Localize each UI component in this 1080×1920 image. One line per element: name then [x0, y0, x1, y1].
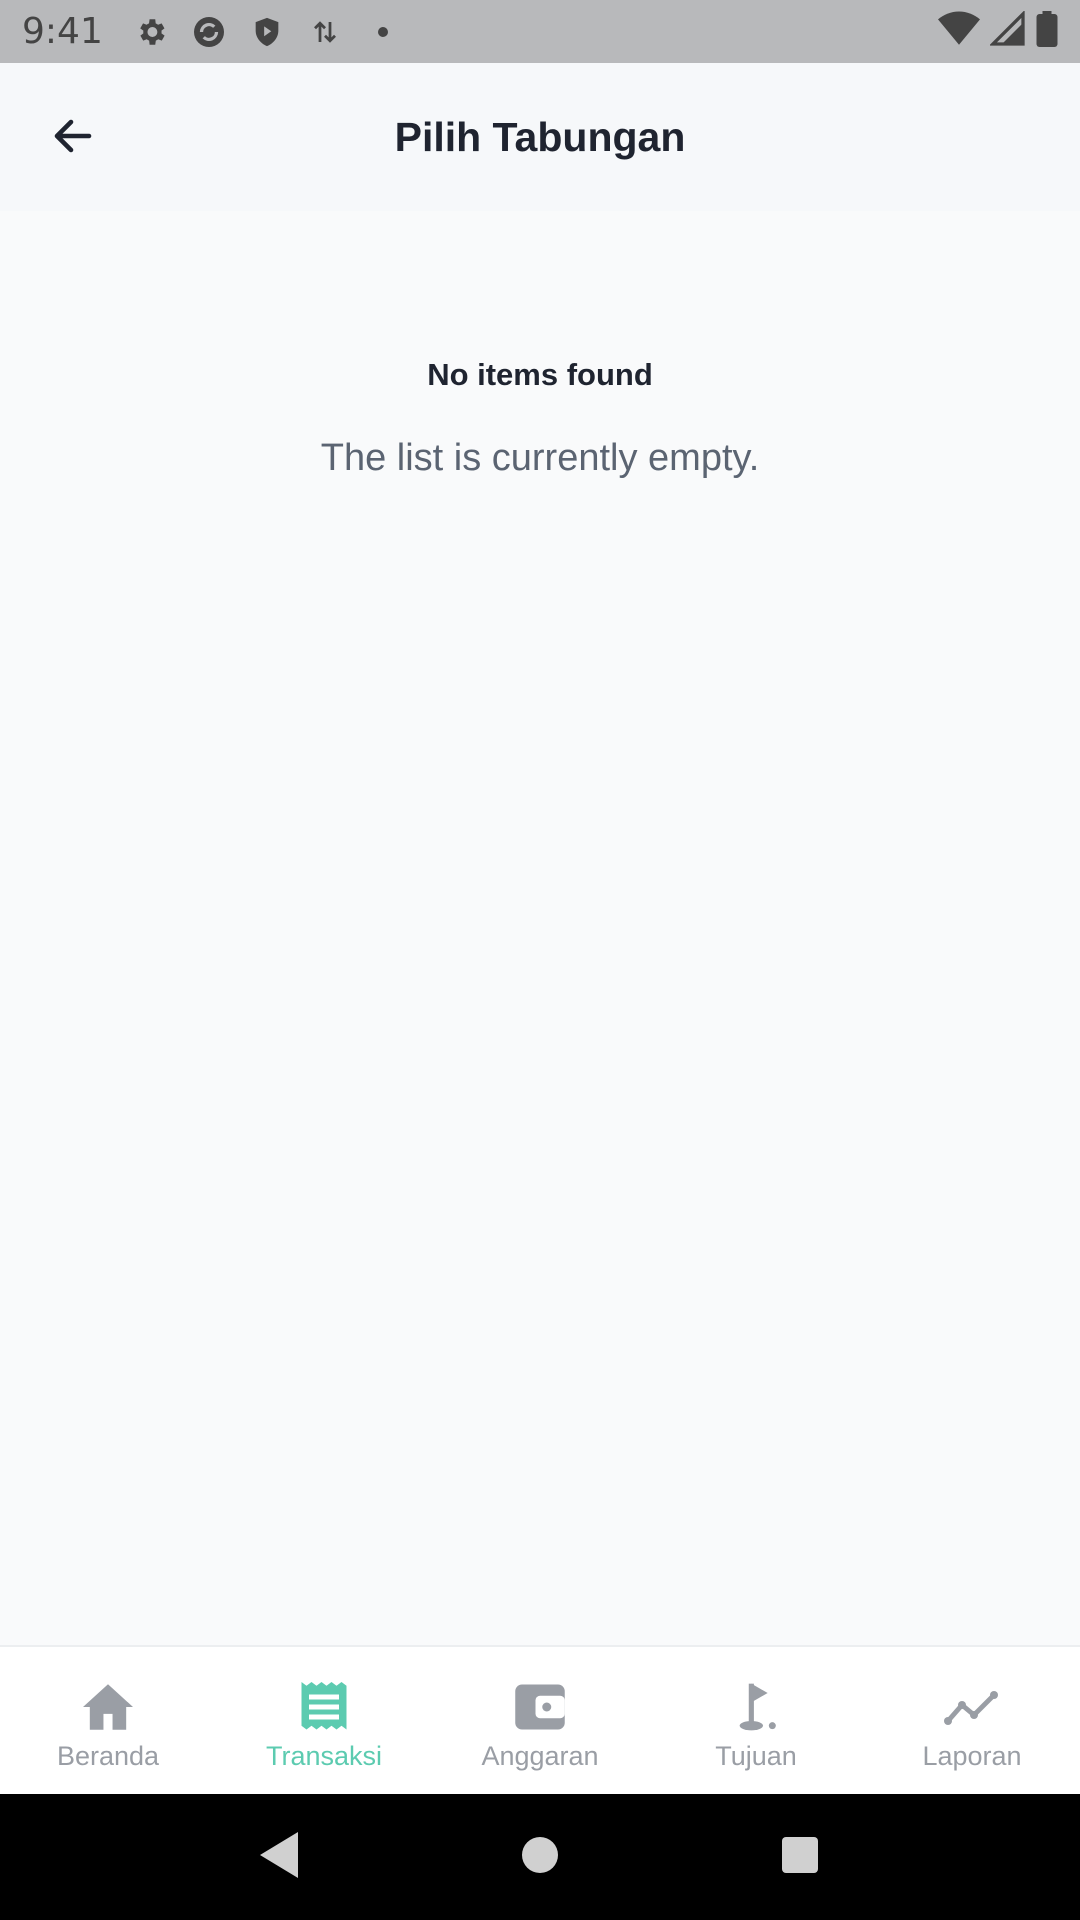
nav-item-laporan[interactable]: Laporan	[864, 1647, 1080, 1794]
system-back-button[interactable]	[240, 1817, 320, 1897]
system-home-button[interactable]	[500, 1817, 580, 1897]
back-button[interactable]	[36, 101, 110, 175]
status-notification-icons	[133, 14, 401, 50]
nav-label-transaksi: Transaksi	[265, 1741, 383, 1771]
recents-square-icon	[780, 1835, 820, 1880]
nav-label-laporan: Laporan	[922, 1741, 1022, 1771]
nav-item-beranda[interactable]: Beranda	[0, 1647, 216, 1794]
nav-label-anggaran: Anggaran	[481, 1741, 599, 1771]
empty-state-subtitle: The list is currently empty.	[320, 437, 760, 479]
status-bar: 9:41	[0, 0, 1080, 63]
line-chart-icon	[944, 1679, 1000, 1735]
nav-item-tujuan[interactable]: Tujuan	[648, 1647, 864, 1794]
sync-icon	[191, 14, 227, 50]
empty-state-title: No items found	[427, 357, 653, 392]
wifi-icon	[938, 11, 980, 52]
nav-label-beranda: Beranda	[56, 1741, 160, 1771]
battery-icon	[1036, 11, 1058, 52]
app-bar: Pilih Tabungan	[0, 63, 1080, 211]
gear-icon	[133, 14, 169, 50]
status-system-icons	[938, 10, 1058, 52]
nav-label-tujuan: Tujuan	[715, 1741, 797, 1771]
system-navigation-bar	[0, 1794, 1080, 1920]
shield-play-icon	[249, 14, 285, 50]
page-title: Pilih Tabungan	[394, 113, 686, 160]
signal-icon	[989, 10, 1026, 52]
nav-item-transaksi[interactable]: Transaksi	[216, 1647, 432, 1794]
home-circle-icon	[520, 1835, 560, 1880]
back-triangle-icon	[258, 1830, 302, 1885]
content-area: No items found The list is currently emp…	[0, 211, 1080, 1645]
home-icon	[80, 1679, 136, 1735]
golf-flag-icon	[728, 1679, 784, 1735]
data-arrows-icon	[307, 14, 343, 50]
nav-item-anggaran[interactable]: Anggaran	[432, 1647, 648, 1794]
dot-icon	[365, 14, 401, 50]
system-recents-button[interactable]	[760, 1817, 840, 1897]
status-time: 9:41	[22, 11, 103, 52]
arrow-left-icon	[49, 112, 97, 165]
wallet-icon	[512, 1679, 568, 1735]
receipt-icon	[296, 1679, 352, 1735]
bottom-navigation: Beranda Transaksi Anggaran Tujuan Lapora…	[0, 1645, 1080, 1794]
